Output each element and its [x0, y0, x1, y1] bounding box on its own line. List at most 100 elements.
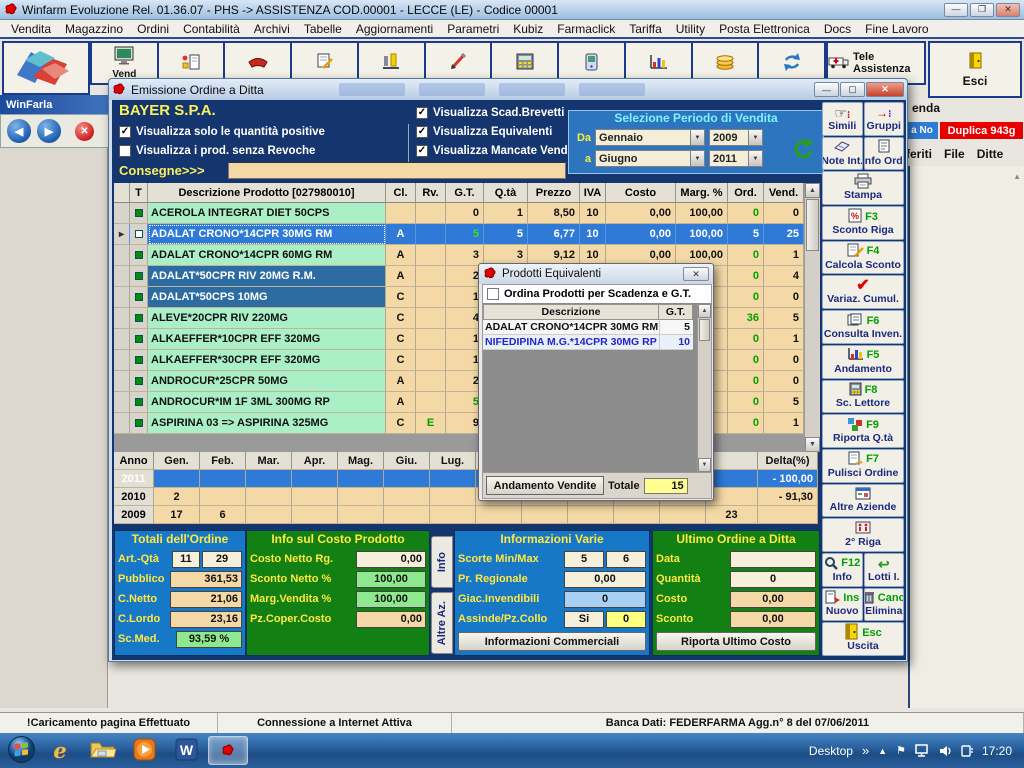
- row-selector[interactable]: [114, 413, 130, 434]
- tab-info[interactable]: Info: [431, 536, 453, 588]
- row-selector[interactable]: [114, 392, 130, 413]
- scroll-down-icon[interactable]: ▼: [805, 437, 820, 452]
- andamento-vendite-button[interactable]: Andamento Vendite: [486, 476, 604, 495]
- scroll-thumb[interactable]: [806, 199, 819, 251]
- row-selector[interactable]: ▸: [114, 224, 130, 245]
- dialog-minimize-button[interactable]: —: [814, 82, 839, 97]
- popup-titlebar[interactable]: Prodotti Equivalenti ✕: [479, 264, 713, 284]
- menu-fine-lavoro[interactable]: Fine Lavoro: [858, 20, 935, 38]
- sidebar-button-altre-aziende[interactable]: Altre Aziende: [822, 484, 904, 518]
- winfarm-taskbar-button[interactable]: [208, 736, 248, 765]
- show-hidden-icons[interactable]: ▲: [878, 746, 887, 756]
- action-center-flag-icon[interactable]: ⚑: [896, 744, 906, 757]
- table-row[interactable]: ADALAT*50CPS 10MGC100: [114, 287, 820, 308]
- menu-archivi[interactable]: Archivi: [247, 20, 297, 38]
- equivalents-list[interactable]: Descrizione G.T. ADALAT CRONO*14CPR 30MG…: [483, 304, 711, 472]
- esci-button[interactable]: Esci: [928, 41, 1022, 98]
- column-header-vend[interactable]: Vend.: [764, 183, 804, 203]
- desktop-toolbar-label[interactable]: Desktop: [809, 744, 853, 758]
- to-month-select[interactable]: Giugno▼: [595, 150, 705, 167]
- row-selector[interactable]: [114, 371, 130, 392]
- bg-menu-file[interactable]: File: [944, 147, 965, 161]
- equivalent-row[interactable]: ADALAT CRONO*14CPR 30MG RM5: [483, 320, 711, 335]
- row-selector[interactable]: [114, 245, 130, 266]
- minimize-button[interactable]: —: [944, 3, 968, 17]
- column-header-costo[interactable]: Costo: [606, 183, 676, 203]
- sidebar-button-lotti-i[interactable]: ↩Lotti I.: [864, 553, 905, 587]
- volume-icon[interactable]: [939, 745, 952, 757]
- sidebar-button-calcola-sconto[interactable]: F4Calcola Sconto: [822, 241, 904, 275]
- menu-aggiornamenti[interactable]: Aggiornamenti: [349, 20, 440, 38]
- dialog-titlebar[interactable]: Emissione Ordine a Ditta — ▢ ✕: [109, 79, 907, 100]
- table-row[interactable]: ▸ADALAT CRONO*14CPR 30MG RMA556,77100,00…: [114, 224, 820, 245]
- products-table[interactable]: TDescrizione Prodotto [027980010]Cl.Rv.G…: [114, 183, 820, 452]
- menu-tariffa[interactable]: Tariffa: [622, 20, 668, 38]
- column-header-ord[interactable]: Ord.: [728, 183, 764, 203]
- row-selector[interactable]: [114, 266, 130, 287]
- sidebar-button-nuovo[interactable]: InsNuovo: [822, 588, 863, 622]
- table-row[interactable]: ALKAEFFER*10CPR EFF 320MGC101: [114, 329, 820, 350]
- menu-docs[interactable]: Docs: [817, 20, 858, 38]
- menu-utility[interactable]: Utility: [669, 20, 712, 38]
- menu-farmaclick[interactable]: Farmaclick: [550, 20, 622, 38]
- table-row[interactable]: ALEVE*20CPR RIV 220MGC4365: [114, 308, 820, 329]
- column-header-gt[interactable]: G.T.: [659, 304, 693, 320]
- sidebar-button-riporta-q-t[interactable]: F9Riporta Q.tà: [822, 414, 904, 448]
- scroll-up-icon[interactable]: ▲: [698, 304, 711, 318]
- sidebar-button-variaz-cumul[interactable]: ✔Variaz. Cumul.: [822, 275, 904, 309]
- column-header-selector[interactable]: [114, 183, 130, 203]
- sidebar-button-info[interactable]: F12Info: [822, 553, 863, 587]
- sidebar-button-simili[interactable]: ☞⁝Simili: [822, 102, 863, 136]
- checkbox-icon[interactable]: [487, 288, 499, 300]
- word-taskbar-button[interactable]: W: [166, 736, 206, 765]
- forward-button[interactable]: ▶: [37, 119, 61, 143]
- column-header-descrizione[interactable]: Descrizione: [483, 304, 659, 320]
- sidebar-button-uscita[interactable]: EscUscita: [822, 622, 904, 656]
- table-row[interactable]: ADALAT*50CPR RIV 20MG R.M.A204: [114, 266, 820, 287]
- checkbox-icon[interactable]: ✓: [416, 107, 428, 119]
- riporta-ultimo-costo-button[interactable]: Riporta Ultimo Costo: [656, 632, 816, 651]
- stop-icon[interactable]: ✕: [75, 122, 94, 141]
- safely-remove-icon[interactable]: [961, 744, 973, 757]
- popup-close-button[interactable]: ✕: [683, 267, 709, 281]
- scroll-up-icon[interactable]: ▲: [805, 183, 820, 198]
- scroll-down-icon[interactable]: ▼: [698, 458, 711, 472]
- explorer-folder-taskbar-button[interactable]: [82, 736, 122, 765]
- back-button[interactable]: ◀: [7, 119, 31, 143]
- ordina-scadenza-checkbox[interactable]: Ordina Prodotti per Scadenza e G.T.: [483, 285, 711, 304]
- checkbox-icon[interactable]: ✓: [416, 145, 428, 157]
- row-selector[interactable]: [114, 350, 130, 371]
- sidebar-button-sc-lettore[interactable]: F8Sc. Lettore: [822, 380, 904, 414]
- checkbox-icon[interactable]: ✓: [416, 126, 428, 138]
- expand-chevron-icon[interactable]: »: [862, 743, 869, 758]
- sidebar-button-sconto-riga[interactable]: %F3Sconto Riga: [822, 206, 904, 240]
- table-row[interactable]: ANDROCUR*IM 1F 3ML 300MG RPA505: [114, 392, 820, 413]
- table-row[interactable]: ANDROCUR*25CPR 50MGA200: [114, 371, 820, 392]
- sidebar-button-elimina[interactable]: CancElimina: [864, 588, 905, 622]
- checkbox-icon[interactable]: ✓: [119, 126, 131, 138]
- bg-menu-ditte[interactable]: Ditte: [977, 147, 1004, 161]
- sidebar-button-info-ord[interactable]: Info Ord.: [864, 137, 905, 171]
- to-year-select[interactable]: 2011▼: [709, 150, 763, 167]
- menu-vendita[interactable]: Vendita: [4, 20, 58, 38]
- sidebar-button-note-int[interactable]: Note Int.: [822, 137, 863, 171]
- sidebar-button-stampa[interactable]: Stampa: [822, 171, 904, 205]
- menu-contabilit[interactable]: Contabilità: [176, 20, 247, 38]
- menu-magazzino[interactable]: Magazzino: [58, 20, 130, 38]
- media-player-taskbar-button[interactable]: [124, 736, 164, 765]
- sidebar-button-andamento[interactable]: F5Andamento: [822, 345, 904, 379]
- column-header-marg[interactable]: Marg. %: [676, 183, 728, 203]
- column-header-cl[interactable]: Cl.: [386, 183, 416, 203]
- column-header-prezzo[interactable]: Prezzo: [528, 183, 580, 203]
- sidebar-button-consulta-inven[interactable]: F6Consulta Inven.: [822, 310, 904, 344]
- table-scrollbar[interactable]: ▲ ▼: [804, 183, 820, 452]
- consegne-input[interactable]: [228, 162, 566, 179]
- scroll-thumb[interactable]: [699, 319, 710, 341]
- from-year-select[interactable]: 2009▼: [709, 129, 763, 146]
- row-selector[interactable]: [114, 308, 130, 329]
- windows-start-taskbar-button[interactable]: [4, 736, 38, 765]
- menu-kubiz[interactable]: Kubiz: [506, 20, 550, 38]
- checkbox-icon[interactable]: [119, 145, 131, 157]
- table-row[interactable]: ACEROLA INTEGRAT DIET 50CPS018,50100,001…: [114, 203, 820, 224]
- scroll-up-icon[interactable]: ▲: [1013, 172, 1021, 181]
